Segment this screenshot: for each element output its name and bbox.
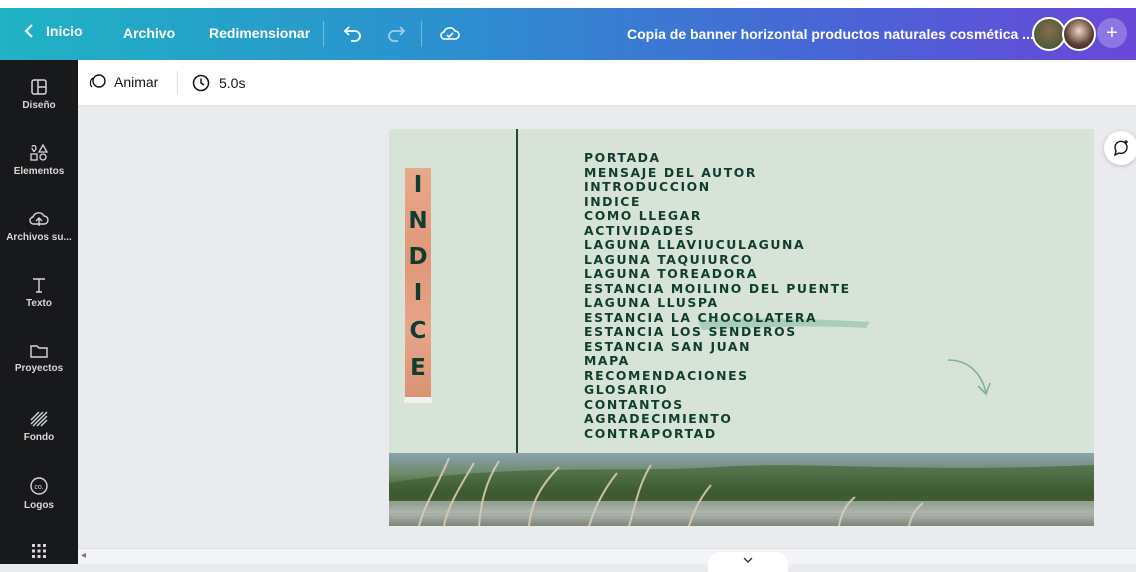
list-item[interactable]: INDICE bbox=[584, 194, 851, 210]
ribbon-letter: C bbox=[409, 318, 427, 344]
list-item[interactable]: MENSAJE DEL AUTOR bbox=[584, 165, 851, 181]
sidebar-item-projects[interactable]: Proyectos bbox=[0, 343, 78, 374]
sidebar-item-label: Logos bbox=[24, 500, 54, 511]
sidebar-item-label: Diseño bbox=[22, 100, 56, 111]
duration-button[interactable]: 5.0s bbox=[192, 74, 245, 92]
list-item[interactable]: ESTANCIA SAN JUAN bbox=[584, 339, 851, 355]
file-menu-button[interactable]: Archivo bbox=[123, 25, 175, 41]
ribbon-letter: E bbox=[410, 355, 426, 381]
list-item[interactable]: ESTANCIA MOILINO DEL PUENTE bbox=[584, 281, 851, 297]
list-item[interactable]: MAPA bbox=[584, 353, 851, 369]
undo-icon[interactable] bbox=[343, 24, 363, 42]
list-item[interactable]: PORTADA bbox=[584, 150, 851, 166]
add-collaborator-button[interactable]: + bbox=[1097, 18, 1127, 48]
index-list: PORTADA MENSAJE DEL AUTOR INTRODUCCION I… bbox=[584, 150, 851, 442]
back-button[interactable]: Inicio bbox=[24, 23, 83, 39]
list-item[interactable]: ESTANCIA LA CHOCOLATERA bbox=[584, 310, 851, 326]
design-page[interactable]: I N D I C E PORTADA MENSAJE DEL AUTOR IN… bbox=[389, 129, 1094, 526]
toolbar-divider bbox=[177, 71, 178, 95]
list-item[interactable]: LAGUNA LLUSPA bbox=[584, 295, 851, 311]
sidebar-item-apps[interactable] bbox=[0, 544, 78, 558]
resize-button[interactable]: Redimensionar bbox=[209, 25, 310, 41]
chevron-down-icon bbox=[743, 557, 753, 563]
list-item[interactable]: INTRODUCCION bbox=[584, 179, 851, 195]
apps-grid-icon bbox=[32, 544, 46, 558]
list-item[interactable]: LAGUNA TOREADORA bbox=[584, 266, 851, 282]
scroll-left-icon[interactable]: ◂ bbox=[81, 550, 86, 561]
expand-pages-button[interactable] bbox=[708, 552, 788, 572]
layout-icon bbox=[31, 79, 47, 95]
sidebar-item-label: Fondo bbox=[23, 432, 55, 443]
animate-button[interactable]: Animar bbox=[88, 74, 158, 90]
divider-line bbox=[516, 129, 518, 453]
sidebar-item-logos[interactable]: co. Logos bbox=[0, 476, 78, 511]
chevron-left-icon bbox=[24, 24, 33, 38]
curved-arrow-decoration bbox=[947, 359, 991, 396]
toolbar-divider bbox=[421, 21, 422, 47]
document-title[interactable]: Copia de banner horizontal productos nat… bbox=[627, 26, 1034, 42]
sidebar-item-text[interactable]: Texto bbox=[0, 276, 78, 309]
horizontal-scrollbar[interactable]: ◂ bbox=[78, 548, 1136, 564]
sidebar-item-label: Archivos su... bbox=[6, 232, 72, 243]
ribbon-torn-edge bbox=[404, 397, 432, 403]
list-item[interactable]: CONTANTOS bbox=[584, 397, 851, 413]
editor-toolbar: Animar 5.0s bbox=[78, 60, 1136, 106]
text-icon bbox=[33, 278, 45, 293]
list-item[interactable]: ACTIVIDADES bbox=[584, 223, 851, 239]
add-comment-button[interactable] bbox=[1104, 131, 1136, 165]
comment-add-icon bbox=[1113, 140, 1128, 157]
sidebar-item-elements[interactable]: Elementos bbox=[0, 144, 78, 177]
list-item[interactable]: CONTRAPORTAD bbox=[584, 426, 851, 442]
logo-icon: co. bbox=[30, 477, 48, 495]
shapes-icon bbox=[30, 144, 49, 161]
ribbon-letter: N bbox=[408, 208, 428, 234]
list-item[interactable]: AGRADECIMIENTO bbox=[584, 411, 851, 427]
list-item[interactable]: ESTANCIA LOS SENDEROS bbox=[584, 324, 851, 340]
landscape-photo[interactable] bbox=[389, 453, 1094, 526]
folder-icon bbox=[30, 345, 48, 358]
ribbon-letter: D bbox=[408, 244, 428, 270]
grass-overlay bbox=[389, 457, 1094, 526]
animate-label: Animar bbox=[114, 74, 159, 90]
avatar[interactable] bbox=[1062, 17, 1096, 51]
sidebar-item-label: Proyectos bbox=[14, 363, 64, 374]
back-label: Inicio bbox=[46, 23, 83, 39]
list-item[interactable]: GLOSARIO bbox=[584, 382, 851, 398]
top-bar: Inicio Archivo Redimensionar Copia de ba… bbox=[0, 8, 1136, 60]
list-item[interactable]: COMO LLEGAR bbox=[584, 208, 851, 224]
sidebar-item-label: Elementos bbox=[13, 166, 65, 177]
sidebar-item-label: Texto bbox=[26, 298, 52, 309]
list-item[interactable]: RECOMENDACIONES bbox=[584, 368, 851, 384]
animate-icon bbox=[89, 74, 106, 88]
cloud-saved-icon[interactable] bbox=[439, 25, 461, 41]
clock-icon bbox=[192, 74, 210, 92]
toolbar-divider bbox=[323, 21, 324, 47]
list-item[interactable]: LAGUNA TAQUIURCO bbox=[584, 252, 851, 268]
svg-text:co.: co. bbox=[34, 484, 43, 491]
window-top-strip bbox=[0, 0, 1136, 8]
avatar[interactable] bbox=[1032, 17, 1066, 51]
pattern-icon bbox=[30, 411, 48, 427]
list-item[interactable]: LAGUNA LLAVIUCULAGUNA bbox=[584, 237, 851, 253]
duration-label: 5.0s bbox=[219, 75, 246, 91]
sidebar-item-background[interactable]: Fondo bbox=[0, 410, 78, 443]
ribbon-letter: I bbox=[413, 172, 423, 198]
redo-icon[interactable] bbox=[386, 24, 406, 42]
sidebar-item-uploads[interactable]: Archivos su... bbox=[0, 210, 78, 243]
sidebar: Diseño Elementos Archivos su... Texto Pr… bbox=[0, 60, 78, 564]
ribbon-letter: I bbox=[413, 280, 423, 306]
index-ribbon[interactable]: I N D I C E bbox=[405, 168, 431, 398]
cloud-upload-icon bbox=[29, 212, 49, 226]
sidebar-item-design[interactable]: Diseño bbox=[0, 78, 78, 111]
